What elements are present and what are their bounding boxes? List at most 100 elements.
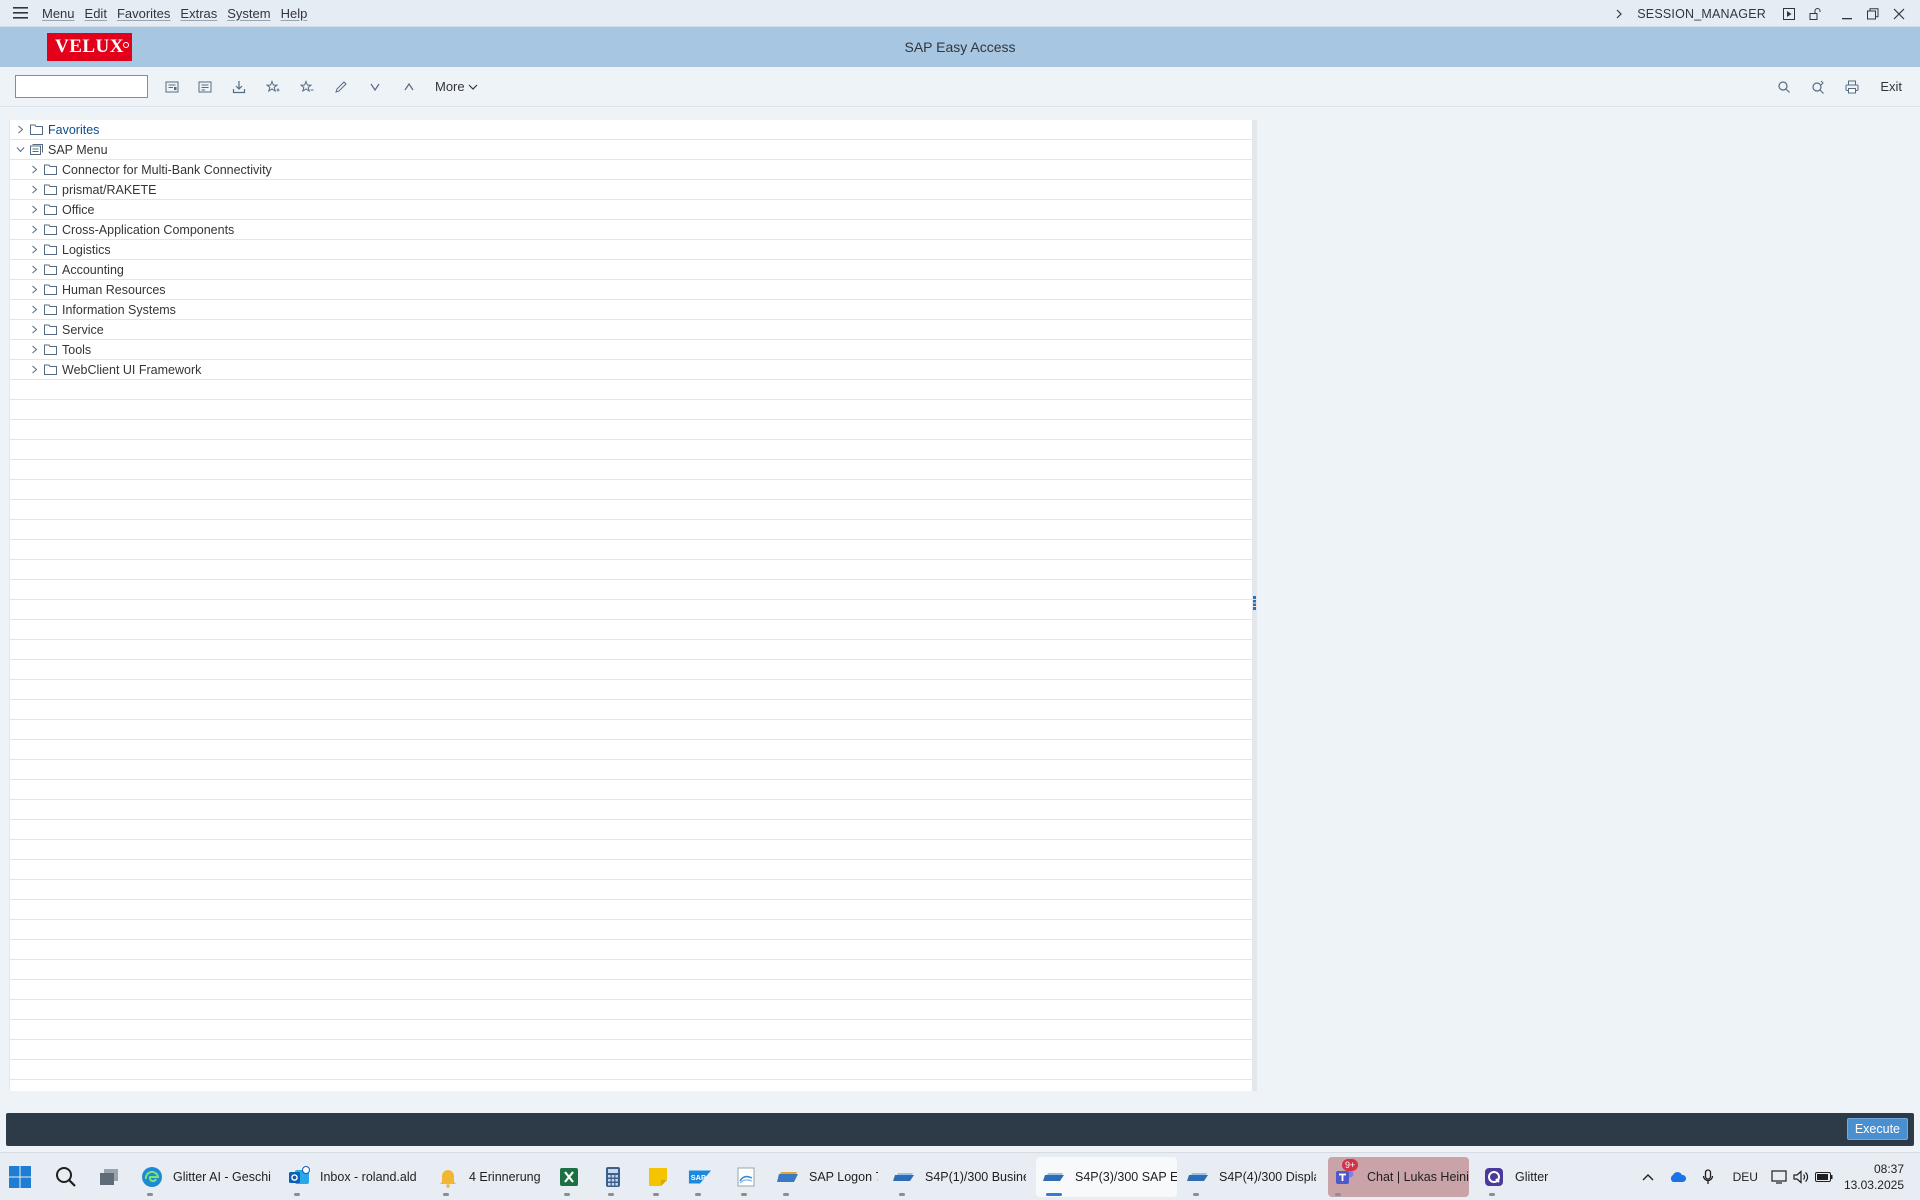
empty-row (10, 1060, 1252, 1080)
user-menu-icon[interactable] (162, 77, 182, 97)
taskbar-app-label: 4 Erinnerunge (469, 1170, 541, 1184)
expand-chevron-icon[interactable] (26, 300, 42, 320)
tree-node[interactable]: Cross-Application Components (10, 220, 1252, 240)
close-icon[interactable] (1886, 0, 1912, 27)
sap-logon-icon (776, 1165, 800, 1189)
taskbar-app[interactable]: Inbox - roland.ald (287, 1157, 422, 1197)
expand-chevron-icon[interactable] (26, 260, 42, 280)
taskbar-app[interactable]: Glitter AI - Geschi (140, 1157, 272, 1197)
microphone-icon[interactable] (1693, 1153, 1723, 1200)
network-icon[interactable] (1768, 1153, 1790, 1200)
move-up-icon[interactable] (399, 77, 419, 97)
menu-system[interactable]: System (226, 0, 279, 27)
empty-row (10, 440, 1252, 460)
tree-node[interactable]: Logistics (10, 240, 1252, 260)
expand-chevron-icon[interactable] (26, 200, 42, 220)
expand-chevron-icon[interactable] (12, 120, 28, 140)
start-button[interactable] (8, 1157, 38, 1197)
move-down-icon[interactable] (365, 77, 385, 97)
excel-icon (557, 1165, 581, 1189)
taskbar-app[interactable] (646, 1157, 674, 1197)
sap-menu-icon[interactable] (195, 77, 215, 97)
taskbar-app[interactable]: 4 Erinnerunge (436, 1157, 541, 1197)
tree-node[interactable]: Connector for Multi-Bank Connectivity (10, 160, 1252, 180)
volume-icon[interactable] (1790, 1153, 1812, 1200)
unlock-icon[interactable] (1802, 0, 1828, 27)
chevron-up-icon[interactable] (1633, 1153, 1663, 1200)
expand-chevron-icon[interactable] (26, 280, 42, 300)
tree-node[interactable]: Service (10, 320, 1252, 340)
execute-button[interactable]: Execute (1846, 1118, 1908, 1140)
clock[interactable]: 08:37 13.03.2025 (1844, 1161, 1904, 1193)
menu-extras[interactable]: Extras (179, 0, 226, 27)
tree-node[interactable]: Accounting (10, 260, 1252, 280)
expand-chevron-icon[interactable] (26, 360, 42, 380)
tree-node[interactable]: prismat/RAKETE (10, 180, 1252, 200)
add-favorite-icon[interactable] (263, 77, 283, 97)
empty-row (10, 980, 1252, 1000)
expand-chevron-icon[interactable] (26, 240, 42, 260)
taskbar-app[interactable]: SAP (688, 1157, 718, 1197)
folder-icon (42, 300, 58, 320)
tree-node[interactable]: Tools (10, 340, 1252, 360)
taskbar-app[interactable]: Glitter (1482, 1157, 1562, 1197)
taskbar-app[interactable]: SAP Logon 7 (776, 1157, 878, 1197)
sap-gui-icon (892, 1165, 916, 1189)
battery-icon[interactable] (1812, 1153, 1836, 1200)
expand-chevron-icon[interactable] (26, 160, 42, 180)
hamburger-menu-icon[interactable] (0, 0, 40, 27)
folder-icon (28, 120, 44, 140)
expand-chevron-icon[interactable] (26, 220, 42, 240)
task-view-button[interactable] (97, 1157, 127, 1197)
sap-gui-icon (1042, 1165, 1066, 1189)
more-button[interactable]: More (435, 77, 478, 97)
taskbar-app[interactable]: Chat | Lukas Heini 9+ (1328, 1157, 1469, 1197)
onedrive-icon[interactable] (1663, 1153, 1693, 1200)
chevron-right-icon[interactable] (1609, 9, 1629, 19)
tree-node-sap-menu[interactable]: SAP Menu (10, 140, 1252, 160)
tree-node[interactable]: WebClient UI Framework (10, 360, 1252, 380)
taskbar-app[interactable]: S4P(1)/300 Busine (892, 1157, 1026, 1197)
edit-pencil-icon[interactable] (331, 77, 351, 97)
menu-edit[interactable]: Edit (84, 0, 116, 27)
taskbar-app[interactable] (734, 1157, 762, 1197)
taskbar-app[interactable]: S4P(3)/300 SAP Ea (1036, 1157, 1177, 1197)
taskbar-app[interactable] (601, 1157, 629, 1197)
restore-icon[interactable] (1860, 0, 1886, 27)
running-indicator (695, 1193, 701, 1196)
command-field[interactable] (15, 75, 148, 98)
taskbar-app[interactable] (557, 1157, 585, 1197)
status-bar: Execute (6, 1113, 1914, 1146)
collapse-chevron-icon[interactable] (12, 140, 28, 160)
notification-badge: 9+ (1342, 1159, 1359, 1171)
sticky-notes-icon (646, 1165, 670, 1189)
empty-row (10, 840, 1252, 860)
search-next-icon[interactable] (1808, 77, 1828, 97)
taskbar-app[interactable]: S4P(4)/300 Displa (1186, 1157, 1316, 1197)
tree-node[interactable]: Office (10, 200, 1252, 220)
menu-items: Menu Edit Favorites Extras System Help (40, 0, 316, 27)
input-language[interactable]: DEU (1733, 1170, 1758, 1184)
taskbar-search-button[interactable] (54, 1157, 84, 1197)
menu-menu[interactable]: Menu (40, 0, 84, 27)
tree-node-favorites[interactable]: Favorites (10, 120, 1252, 140)
tree-label: Logistics (62, 242, 111, 257)
splitter-handle-icon[interactable] (1253, 596, 1256, 610)
menu-favorites[interactable]: Favorites (116, 0, 179, 27)
download-icon[interactable] (229, 77, 249, 97)
tree-node[interactable]: Information Systems (10, 300, 1252, 320)
search-icon[interactable] (1774, 77, 1794, 97)
tree-label: WebClient UI Framework (62, 362, 202, 377)
expand-chevron-icon[interactable] (26, 340, 42, 360)
minimize-icon[interactable] (1834, 0, 1860, 27)
empty-row (10, 860, 1252, 880)
expand-chevron-icon[interactable] (26, 320, 42, 340)
menu-help[interactable]: Help (280, 0, 317, 27)
more-label: More (435, 79, 465, 94)
expand-chevron-icon[interactable] (26, 180, 42, 200)
exit-button[interactable]: Exit (1880, 77, 1902, 97)
tree-node[interactable]: Human Resources (10, 280, 1252, 300)
remove-favorite-icon[interactable] (297, 77, 317, 97)
print-icon[interactable] (1842, 77, 1862, 97)
play-icon[interactable] (1776, 0, 1802, 27)
